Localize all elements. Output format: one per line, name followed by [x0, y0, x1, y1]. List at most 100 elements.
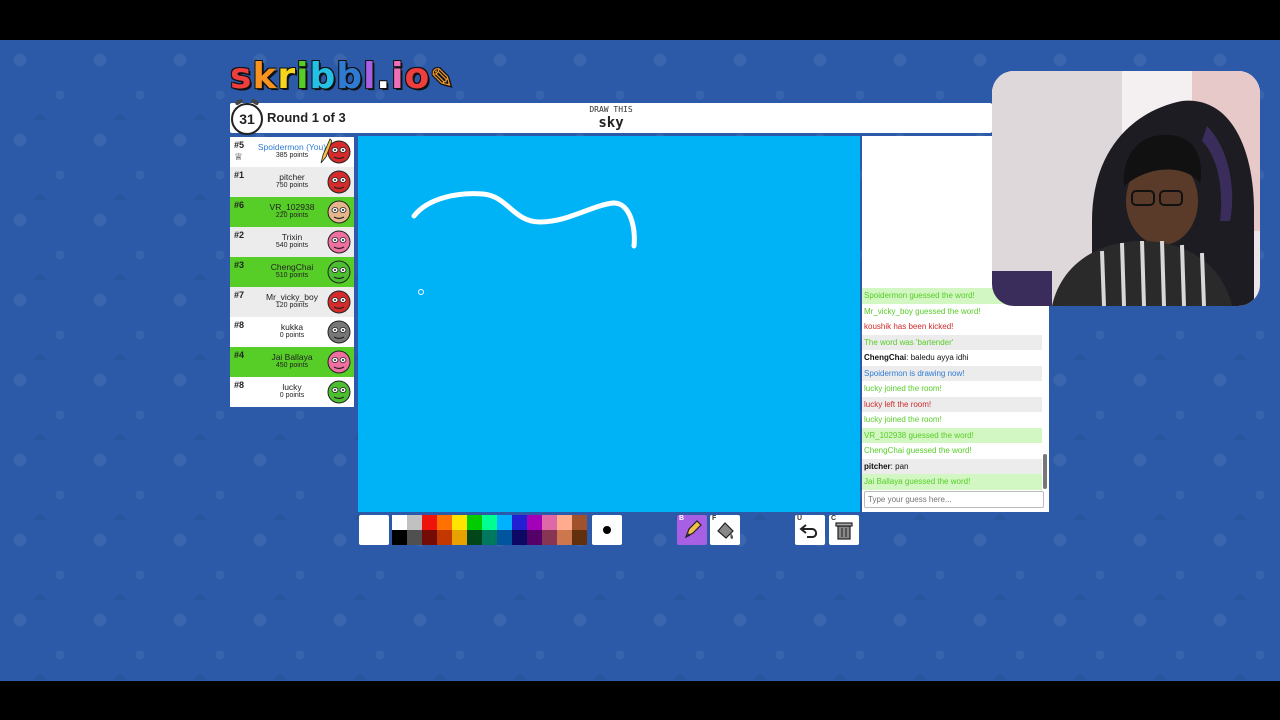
player-rank: #3 [234, 260, 245, 270]
color-swatch[interactable] [542, 530, 557, 545]
guess-input[interactable] [864, 491, 1044, 508]
player-points: 0 points [279, 332, 305, 339]
white-brush-stroke [411, 191, 637, 249]
chat-message: Spoidermon is drawing now! [862, 365, 1042, 381]
crown-icon: ♕ [234, 152, 243, 163]
chat-message: lucky left the room! [862, 396, 1042, 412]
canvas-drawing [411, 191, 637, 295]
pencil-icon [684, 520, 702, 539]
logo-letter: o [404, 56, 431, 97]
player-row[interactable]: #7 Mr_vicky_boy 120 points [230, 287, 354, 317]
player-name: kukka [280, 322, 304, 332]
color-swatch[interactable] [422, 530, 437, 545]
color-swatch[interactable] [407, 515, 422, 530]
color-swatch[interactable] [467, 530, 482, 545]
color-swatch[interactable] [542, 515, 557, 530]
game-header: 31 Round 1 of 3 DRAW THIS sky [230, 103, 992, 135]
color-swatch[interactable] [482, 530, 497, 545]
brush-tool-button[interactable]: B [677, 515, 707, 545]
color-swatch[interactable] [392, 530, 407, 545]
player-avatar [327, 290, 351, 314]
player-avatar [327, 380, 351, 404]
chat-text: koushik has been kicked! [864, 322, 954, 331]
chat-messages: Spoidermon guessed the word! Mr_vicky_boy… [862, 288, 1042, 490]
logo-letter: b [336, 56, 364, 97]
undo-button[interactable]: U [795, 515, 825, 545]
player-points: 220 points [275, 212, 309, 219]
color-swatch[interactable] [557, 515, 572, 530]
chat-author: pitcher [864, 461, 891, 471]
player-points: 750 points [275, 182, 309, 189]
chat-scrollbar[interactable] [1043, 454, 1047, 489]
brush-size-button[interactable] [592, 515, 622, 545]
color-swatch[interactable] [482, 515, 497, 530]
player-avatar [327, 260, 351, 284]
color-swatch[interactable] [392, 515, 407, 530]
player-avatar [327, 350, 351, 374]
logo-pencil-icon: ✎ [430, 62, 455, 95]
player-rank: #6 [234, 200, 245, 210]
color-swatch[interactable] [497, 530, 512, 545]
color-swatch[interactable] [407, 530, 422, 545]
chat-message: koushik has been kicked! [862, 319, 1042, 335]
logo-text: skribbl.io [230, 58, 430, 96]
player-row[interactable]: #1 pitcher 750 points [230, 167, 354, 197]
player-rank: #4 [234, 350, 245, 360]
player-row[interactable]: #8 lucky 0 points [230, 377, 354, 407]
player-rank: #7 [234, 290, 245, 300]
undo-icon [799, 524, 818, 538]
color-swatch[interactable] [557, 530, 572, 545]
player-rank: #8 [234, 320, 245, 330]
color-swatch[interactable] [527, 530, 542, 545]
color-swatch[interactable] [437, 530, 452, 545]
color-swatch[interactable] [572, 530, 587, 545]
player-row[interactable]: #3 ChengChai 510 points [230, 257, 354, 287]
player-name: Mr_vicky_boy [266, 292, 318, 302]
color-swatch[interactable] [467, 515, 482, 530]
color-swatch[interactable] [452, 515, 467, 530]
color-swatch[interactable] [527, 515, 542, 530]
chat-message: Jai Ballaya guessed the word! [862, 474, 1042, 490]
current-color[interactable] [359, 515, 389, 545]
chat-text: Spoidermon is drawing now! [864, 368, 965, 378]
chat-message: lucky joined the room! [862, 381, 1042, 397]
fill-tool-button[interactable]: F [710, 515, 740, 545]
streamer-webcam [992, 71, 1260, 306]
color-swatch[interactable] [422, 515, 437, 530]
player-avatar [327, 200, 351, 224]
brush-cursor [418, 289, 424, 295]
clear-button[interactable]: C [829, 515, 859, 545]
color-palette [392, 515, 588, 545]
player-name: ChengChai [270, 262, 314, 272]
player-rank: #2 [234, 230, 245, 240]
player-avatar [327, 170, 351, 194]
logo-letter: l [363, 56, 377, 97]
player-row[interactable]: #8 kukka 0 points [230, 317, 354, 347]
player-row[interactable]: #5 ♕ Spoidermon (You) 385 points [230, 137, 354, 167]
player-name: Jai Ballaya [271, 352, 313, 362]
chat-text: lucky left the room! [864, 399, 932, 409]
chat-text: Mr_vicky_boy guessed the word! [864, 306, 981, 316]
drawing-canvas[interactable] [358, 136, 860, 512]
brush-size-dot [603, 526, 611, 534]
color-swatch[interactable] [572, 515, 587, 530]
skribbl-logo: skribbl.io✎ [230, 58, 455, 96]
webcam-image [992, 71, 1260, 306]
color-swatch[interactable] [452, 530, 467, 545]
player-row[interactable]: #6 VR_102938 220 points [230, 197, 354, 227]
player-rank: #5 [234, 140, 245, 150]
player-name: VR_102938 [269, 202, 315, 212]
chat-message: ChengChai: baledu ayya idhi [864, 353, 969, 362]
player-name: pitcher [279, 172, 305, 182]
logo-letter: s [230, 56, 253, 97]
player-avatar [327, 320, 351, 344]
player-list: #5 ♕ Spoidermon (You) 385 points #1 pitc… [230, 137, 354, 407]
color-swatch[interactable] [437, 515, 452, 530]
player-avatar [327, 230, 351, 254]
chat-text: The word was 'bartender' [864, 337, 954, 347]
color-swatch[interactable] [497, 515, 512, 530]
player-row[interactable]: #2 Trixin 540 points [230, 227, 354, 257]
color-swatch[interactable] [512, 530, 527, 545]
player-row[interactable]: #4 Jai Ballaya 450 points [230, 347, 354, 377]
color-swatch[interactable] [512, 515, 527, 530]
